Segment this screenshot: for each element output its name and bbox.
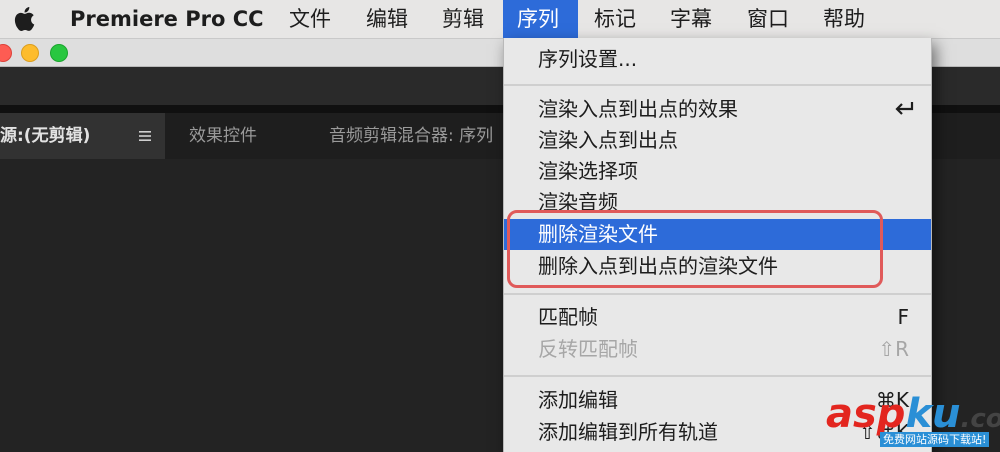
tab-audio-clip-mixer[interactable]: 音频剪辑混合器: 序列 xyxy=(329,113,493,159)
menu-item-sequence-settings[interactable]: 序列设置... xyxy=(504,44,931,75)
app-name-menu[interactable]: Premiere Pro CC xyxy=(70,6,264,32)
menu-item-label: 序列设置... xyxy=(538,47,638,71)
window-zoom-button[interactable] xyxy=(50,44,68,62)
menu-window[interactable]: 窗口 xyxy=(739,0,797,38)
menu-item-label: 渲染入点到出点 xyxy=(538,128,678,152)
tab-source-label: 源:(无剪辑) xyxy=(0,126,91,146)
menu-bar: Premiere Pro CC 文件 编辑 剪辑 序列 标记 字幕 窗口 帮助 xyxy=(0,0,1000,39)
menu-item-label: 添加编辑到所有轨道 xyxy=(538,420,718,444)
menu-file[interactable]: 文件 xyxy=(281,0,339,38)
menu-item-label: 反转匹配帧 xyxy=(538,337,638,361)
menu-separator xyxy=(504,84,931,86)
menu-separator xyxy=(504,293,931,295)
menu-item-label: 删除渲染文件 xyxy=(538,222,658,246)
menu-item-reverse-match-frame: 反转匹配帧 ⇧R xyxy=(504,334,931,365)
watermark-logo-part: asp xyxy=(826,391,906,437)
panel-menu-icon[interactable] xyxy=(139,130,151,142)
apple-logo-icon[interactable] xyxy=(12,6,36,32)
menu-item-label: 删除入点到出点的渲染文件 xyxy=(538,254,778,278)
menu-item-label: 渲染选择项 xyxy=(538,159,638,183)
menu-item-label: 添加编辑 xyxy=(538,388,618,412)
menu-item-render-selection[interactable]: 渲染选择项 xyxy=(504,156,931,187)
sequence-menu-dropdown: 序列设置... 渲染入点到出点的效果 渲染入点到出点 渲染选择项 渲染音频 删除… xyxy=(503,38,932,452)
menu-sequence[interactable]: 序列 xyxy=(503,0,578,38)
watermark: aspku.com 免费网站源码下载站! xyxy=(818,392,1000,452)
menu-item-render-effects-in-to-out[interactable]: 渲染入点到出点的效果 xyxy=(504,94,931,125)
menu-item-shortcut: ⇧R xyxy=(878,337,909,361)
menu-item-delete-render-files[interactable]: 删除渲染文件 xyxy=(504,219,931,250)
watermark-logo-part: .com xyxy=(960,404,1000,434)
menu-title[interactable]: 字幕 xyxy=(662,0,720,38)
menu-separator xyxy=(504,375,931,377)
menu-clip[interactable]: 剪辑 xyxy=(434,0,492,38)
menu-item-label: 匹配帧 xyxy=(538,305,598,329)
menu-item-label: 渲染入点到出点的效果 xyxy=(538,97,738,121)
window-minimize-button[interactable] xyxy=(21,44,39,62)
menu-item-label: 渲染音频 xyxy=(538,190,618,214)
menu-item-delete-render-files-in-to-out[interactable]: 删除入点到出点的渲染文件 xyxy=(504,251,931,282)
menu-item-render-in-to-out[interactable]: 渲染入点到出点 xyxy=(504,125,931,156)
watermark-tagline: 免费网站源码下载站! xyxy=(880,432,990,447)
menu-item-match-frame[interactable]: 匹配帧 F xyxy=(504,302,931,333)
tab-effect-controls[interactable]: 效果控件 xyxy=(189,113,257,159)
menu-item-render-audio[interactable]: 渲染音频 xyxy=(504,187,931,218)
menu-item-shortcut: F xyxy=(897,305,909,329)
return-key-icon xyxy=(895,102,914,115)
menu-marker[interactable]: 标记 xyxy=(586,0,644,38)
tab-source[interactable]: 源:(无剪辑) xyxy=(0,113,165,159)
menu-edit[interactable]: 编辑 xyxy=(358,0,416,38)
menu-help[interactable]: 帮助 xyxy=(815,0,873,38)
watermark-logo-part: ku xyxy=(905,391,961,437)
